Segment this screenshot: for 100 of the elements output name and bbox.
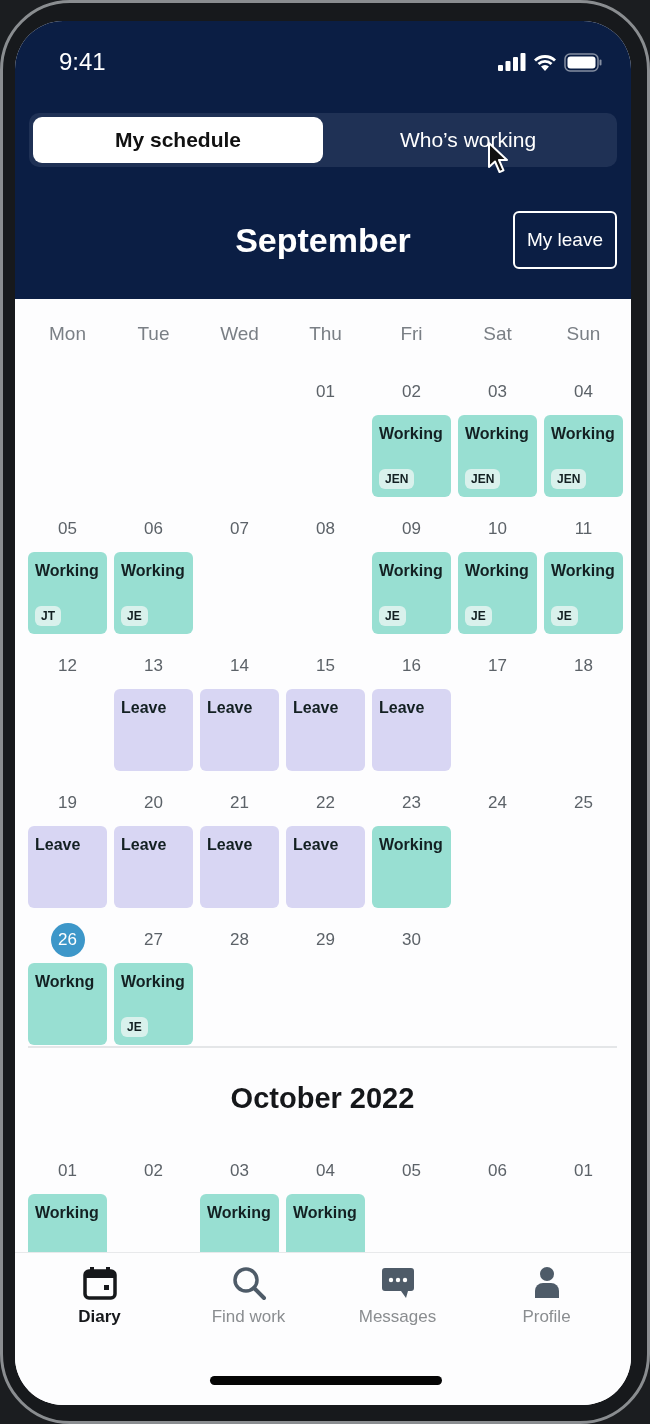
- date-number[interactable]: 17: [488, 649, 507, 683]
- date-number[interactable]: 15: [316, 649, 335, 683]
- initials-badge: JEN: [465, 469, 501, 489]
- status-time: 9:41: [59, 48, 106, 76]
- working-card[interactable]: Working: [372, 826, 451, 908]
- shift-label: Leave: [121, 836, 167, 854]
- date-number[interactable]: 04: [574, 375, 593, 409]
- tab[interactable]: Who’s working: [323, 117, 613, 163]
- shift-label: Working: [551, 425, 615, 443]
- working-card[interactable]: Working JE: [114, 963, 193, 1045]
- leave-card[interactable]: Leave: [286, 826, 365, 908]
- date-number[interactable]: 10: [488, 512, 507, 546]
- shift-label: Working: [121, 973, 185, 991]
- initials-badge: JE: [379, 606, 406, 626]
- date-number[interactable]: 09: [402, 512, 421, 546]
- weekday-label: Sun: [565, 323, 602, 345]
- date-number[interactable]: 11: [574, 512, 593, 546]
- date-number[interactable]: 22: [316, 786, 335, 820]
- date-number[interactable]: 02: [402, 375, 421, 409]
- shift-label: Working: [207, 1204, 271, 1222]
- search-icon: [230, 1265, 267, 1301]
- leave-card[interactable]: Leave: [286, 689, 365, 771]
- shift-label: Leave: [293, 699, 339, 717]
- date-number[interactable]: 04: [316, 1154, 335, 1188]
- date-number[interactable]: 06: [144, 512, 163, 546]
- month-heading: October 2022: [229, 1081, 416, 1116]
- date-number[interactable]: 01: [316, 375, 335, 409]
- weekday-label: Mon: [48, 323, 87, 345]
- leave-card[interactable]: Leave: [200, 826, 279, 908]
- date-number[interactable]: 29: [316, 923, 335, 957]
- shift-label: Leave: [379, 699, 425, 717]
- working-card[interactable]: Working JE: [458, 552, 537, 634]
- initials-badge: JEN: [551, 469, 587, 489]
- date-number[interactable]: 18: [574, 649, 593, 683]
- tab[interactable]: My schedule: [33, 117, 323, 163]
- working-card[interactable]: Working JEN: [372, 415, 451, 497]
- shift-label: Working: [465, 562, 529, 580]
- weekday-label: Sat: [482, 323, 513, 345]
- shift-label: Working: [35, 1204, 99, 1222]
- date-number[interactable]: 14: [230, 649, 249, 683]
- nav-tab[interactable]: Find work: [174, 1265, 323, 1327]
- date-number[interactable]: 28: [230, 923, 249, 957]
- date-number[interactable]: 07: [230, 512, 249, 546]
- nav-tab[interactable]: Messages: [323, 1265, 472, 1327]
- initials-badge: JE: [551, 606, 578, 626]
- date-number[interactable]: 03: [488, 375, 507, 409]
- shift-label: Working: [551, 562, 615, 580]
- working-card[interactable]: Working JEN: [544, 415, 623, 497]
- today-date[interactable]: 26: [50, 923, 85, 957]
- calendar-icon: [81, 1265, 118, 1301]
- working-card[interactable]: Working JT: [28, 552, 107, 634]
- battery-icon: [564, 52, 602, 72]
- weekday-label: Thu: [308, 323, 343, 345]
- date-number[interactable]: 02: [144, 1154, 163, 1188]
- leave-card[interactable]: Leave: [372, 689, 451, 771]
- date-number[interactable]: 21: [230, 786, 249, 820]
- leave-card[interactable]: Leave: [200, 689, 279, 771]
- date-number[interactable]: 13: [144, 649, 163, 683]
- weekday-label: Tue: [136, 323, 171, 345]
- date-number[interactable]: 23: [402, 786, 421, 820]
- signal-icon: [498, 53, 526, 71]
- initials-badge: JEN: [379, 469, 415, 489]
- working-card[interactable]: Working JEN: [458, 415, 537, 497]
- leave-card[interactable]: Leave: [28, 826, 107, 908]
- shift-label: Leave: [121, 699, 167, 717]
- working-card[interactable]: Workng: [28, 963, 107, 1045]
- nav-tab[interactable]: Profile: [472, 1265, 621, 1327]
- nav-tab[interactable]: Diary: [25, 1265, 174, 1327]
- date-number[interactable]: 20: [144, 786, 163, 820]
- date-number[interactable]: 16: [402, 649, 421, 683]
- working-card[interactable]: Working JE: [114, 552, 193, 634]
- date-number[interactable]: 25: [574, 786, 593, 820]
- working-card[interactable]: Working: [28, 1194, 107, 1252]
- shift-label: Working: [121, 562, 185, 580]
- date-number[interactable]: 06: [488, 1154, 507, 1188]
- date-number[interactable]: 05: [58, 512, 77, 546]
- initials-badge: JE: [465, 606, 492, 626]
- leave-card[interactable]: Leave: [114, 689, 193, 771]
- shift-label: Working: [465, 425, 529, 443]
- shift-label: Working: [35, 562, 99, 580]
- leave-card[interactable]: Leave: [114, 826, 193, 908]
- date-number[interactable]: 03: [230, 1154, 249, 1188]
- date-number[interactable]: 01: [574, 1154, 593, 1188]
- date-number[interactable]: 12: [58, 649, 77, 683]
- weekday-label: Fri: [399, 323, 424, 345]
- date-number[interactable]: 24: [488, 786, 507, 820]
- shift-label: Working: [379, 425, 443, 443]
- working-card[interactable]: Working JE: [372, 552, 451, 634]
- date-number[interactable]: 30: [402, 923, 421, 957]
- working-card[interactable]: Working: [200, 1194, 279, 1252]
- date-number[interactable]: 01: [58, 1154, 77, 1188]
- initials-badge: JE: [121, 1017, 148, 1037]
- working-card[interactable]: Working JE: [544, 552, 623, 634]
- date-number[interactable]: 27: [144, 923, 163, 957]
- my-leave-button[interactable]: My leave: [512, 211, 617, 269]
- date-number[interactable]: 08: [316, 512, 335, 546]
- working-card[interactable]: Working: [286, 1194, 365, 1252]
- date-number[interactable]: 05: [402, 1154, 421, 1188]
- date-number[interactable]: 19: [58, 786, 77, 820]
- wifi-icon: [533, 53, 557, 71]
